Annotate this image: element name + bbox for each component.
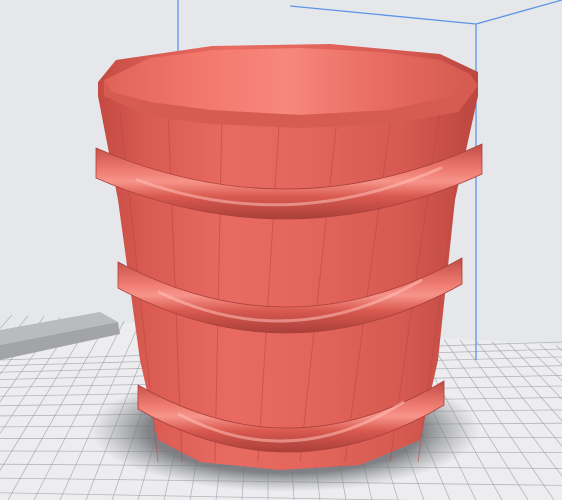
viewport-scene[interactable] — [0, 0, 562, 500]
3d-viewport[interactable] — [0, 0, 562, 500]
bucket-model[interactable] — [95, 44, 483, 470]
